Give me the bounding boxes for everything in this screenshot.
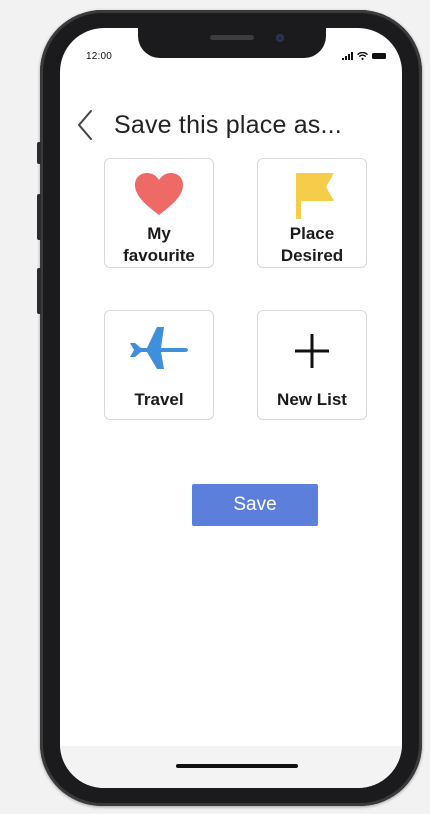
heart-icon	[105, 171, 213, 217]
option-card-new-list[interactable]: New List	[257, 310, 367, 420]
phone-volume-down-button	[37, 268, 41, 314]
status-icons	[342, 52, 386, 60]
notch	[138, 28, 326, 58]
back-icon[interactable]	[72, 108, 98, 142]
save-button[interactable]: Save	[192, 484, 318, 526]
front-camera	[276, 34, 284, 42]
plus-icon	[258, 333, 366, 369]
option-label: Travel	[134, 390, 184, 409]
phone-volume-up-button	[37, 194, 41, 240]
flag-icon	[258, 171, 366, 221]
option-card-place-desired[interactable]: Place Desired	[257, 158, 367, 268]
wifi-icon	[357, 52, 368, 60]
page-title: Save this place as...	[114, 110, 342, 139]
option-card-my-favourite[interactable]: My favourite	[104, 158, 214, 268]
home-indicator[interactable]	[176, 764, 298, 768]
option-label: Place Desired	[280, 224, 344, 265]
speaker-grille	[210, 35, 254, 40]
phone-action-button	[37, 142, 41, 164]
phone-screen: 12:00 Save this place as... My favourite…	[60, 28, 402, 788]
header: Save this place as...	[72, 108, 342, 142]
status-time: 12:00	[86, 51, 113, 62]
option-label: My favourite	[123, 224, 195, 265]
phone-frame: 12:00 Save this place as... My favourite…	[37, 10, 422, 806]
battery-icon	[372, 53, 386, 59]
option-card-travel[interactable]: Travel	[104, 310, 214, 420]
airplane-icon	[105, 325, 213, 371]
cellular-signal-icon	[342, 52, 353, 60]
option-label: New List	[277, 390, 347, 409]
